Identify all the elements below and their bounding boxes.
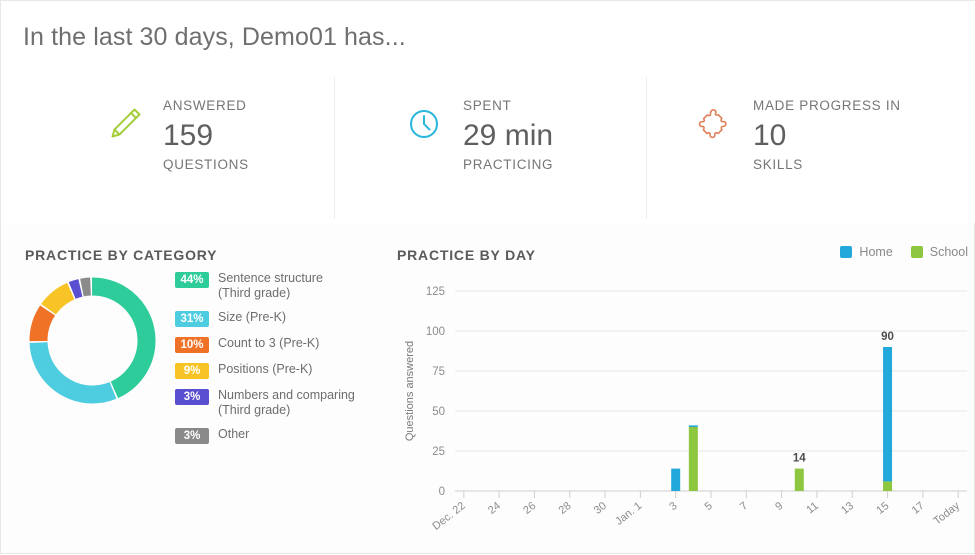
- bar-segment-home[interactable]: [671, 468, 681, 491]
- y-axis-tick-label: 0: [439, 486, 445, 498]
- y-axis-tick-label: 75: [432, 366, 445, 378]
- x-axis-tick-label: 17: [910, 500, 927, 517]
- category-legend-label: Count to 3 (Pre-K): [218, 336, 320, 350]
- clock-icon: [401, 101, 447, 147]
- x-axis-tick-label: 9: [773, 500, 785, 513]
- category-legend-item[interactable]: 3% Numbers and comparing (Third grade): [175, 388, 385, 418]
- stat-answered-value: 159: [163, 119, 214, 152]
- bar-segment-home[interactable]: [688, 425, 698, 427]
- legend-item-home[interactable]: Home: [840, 245, 893, 259]
- x-axis-tick-label: Dec. 22: [430, 500, 467, 533]
- day-chart-legend: Home School: [840, 245, 968, 259]
- dashboard-page: In the last 30 days, Demo01 has... ANSWE…: [0, 0, 975, 554]
- category-legend-item[interactable]: 9% Positions (Pre-K): [175, 362, 385, 379]
- x-axis-tick-label: 7: [738, 500, 750, 513]
- summary-divider-2: [646, 77, 647, 219]
- bar-segment-home[interactable]: [883, 347, 893, 482]
- x-axis-tick-label: 11: [804, 500, 820, 516]
- category-legend-item[interactable]: 10% Count to 3 (Pre-K): [175, 336, 385, 353]
- category-legend: 44% Sentence structure (Third grade) 31% Siz…: [175, 271, 385, 453]
- puzzle-icon: [691, 101, 737, 147]
- stat-answered-sub: QUESTIONS: [163, 157, 249, 172]
- category-section-title: PRACTICE BY CATEGORY: [25, 247, 218, 263]
- x-axis-tick-label: 28: [557, 500, 574, 517]
- stat-spent-text: SPENT 29 min PRACTICING: [463, 97, 553, 174]
- stat-progress-value: 10: [753, 119, 787, 152]
- x-axis-tick-label: 13: [839, 500, 856, 517]
- x-axis-tick-label: 5: [703, 500, 715, 513]
- summary-strip: ANSWERED 159 QUESTIONS SPENT 29 min PRAC…: [1, 75, 975, 223]
- legend-label: School: [929, 245, 968, 259]
- category-legend-sublabel: (Third grade): [218, 403, 291, 417]
- legend-swatch-icon: [910, 246, 923, 258]
- y-axis-tick-label: 50: [432, 406, 445, 418]
- x-axis-tick-label: 3: [667, 500, 679, 513]
- category-legend-item[interactable]: 31% Size (Pre-K): [175, 310, 385, 327]
- category-percent-badge: 3%: [175, 428, 209, 444]
- category-legend-label: Numbers and comparing (Third grade): [218, 388, 355, 417]
- legend-label: Home: [859, 245, 893, 259]
- category-legend-label: Sentence structure (Third grade): [218, 271, 323, 300]
- x-axis-tick-label: 30: [592, 500, 609, 517]
- x-axis-tick-label: Jan. 1: [613, 500, 644, 528]
- y-axis-tick-label: 25: [432, 446, 445, 458]
- x-axis-tick-label: 15: [874, 500, 891, 517]
- stat-spent-sub: PRACTICING: [463, 157, 554, 172]
- category-legend-label: Other: [218, 427, 250, 441]
- category-legend-item[interactable]: 44% Sentence structure (Third grade): [175, 271, 385, 301]
- stat-answered-text: ANSWERED 159 QUESTIONS: [163, 97, 249, 174]
- bar-segment-school[interactable]: [794, 468, 804, 491]
- stat-answered-label: ANSWERED: [163, 98, 247, 113]
- category-percent-badge: 3%: [175, 389, 209, 405]
- page-title: In the last 30 days, Demo01 has...: [23, 23, 406, 51]
- category-percent-badge: 31%: [175, 311, 209, 327]
- day-section-title: PRACTICE BY DAY: [397, 247, 536, 263]
- legend-swatch-icon: [840, 246, 853, 258]
- category-percent-badge: 9%: [175, 363, 209, 379]
- summary-divider-1: [334, 77, 335, 219]
- category-percent-badge: 44%: [175, 272, 209, 288]
- stat-spent-label: SPENT: [463, 98, 512, 113]
- bar-value-label: 14: [793, 453, 806, 465]
- y-axis-title: Questions answered: [404, 341, 416, 441]
- category-legend-label: Positions (Pre-K): [218, 362, 313, 376]
- practice-by-day-panel: PRACTICE BY DAY Home School 0 25 50 75 100 125…: [391, 223, 975, 555]
- category-legend-sublabel: (Third grade): [218, 286, 291, 300]
- category-legend-label: Size (Pre-K): [218, 310, 287, 324]
- header: In the last 30 days, Demo01 has...: [1, 1, 975, 75]
- stat-progress-sub: SKILLS: [753, 157, 803, 172]
- category-percent-badge: 10%: [175, 337, 209, 353]
- category-donut-chart: [25, 273, 160, 408]
- x-axis-tick-label: 24: [486, 500, 503, 517]
- legend-item-school[interactable]: School: [910, 245, 968, 259]
- practice-by-day-chart: 0 25 50 75 100 125 Questions answered Dec. 22 24…: [397, 273, 972, 548]
- y-axis-tick-label: 125: [426, 286, 445, 298]
- category-legend-item[interactable]: 3% Other: [175, 427, 385, 444]
- stat-progress-label: MADE PROGRESS IN: [753, 98, 901, 113]
- bar-segment-school[interactable]: [883, 481, 893, 491]
- stat-progress-text: MADE PROGRESS IN 10 SKILLS: [753, 97, 901, 174]
- stat-spent-value: 29 min: [463, 119, 554, 152]
- y-axis-tick-label: 100: [426, 326, 445, 338]
- pencil-icon: [101, 101, 147, 147]
- x-axis-tick-label: 26: [521, 500, 538, 517]
- practice-by-category-panel: PRACTICE BY CATEGORY 44% Sentence structu…: [1, 223, 391, 555]
- bar-value-label: 90: [881, 331, 894, 343]
- bar-segment-school[interactable]: [688, 427, 698, 491]
- x-axis-tick-label: Today: [931, 500, 962, 528]
